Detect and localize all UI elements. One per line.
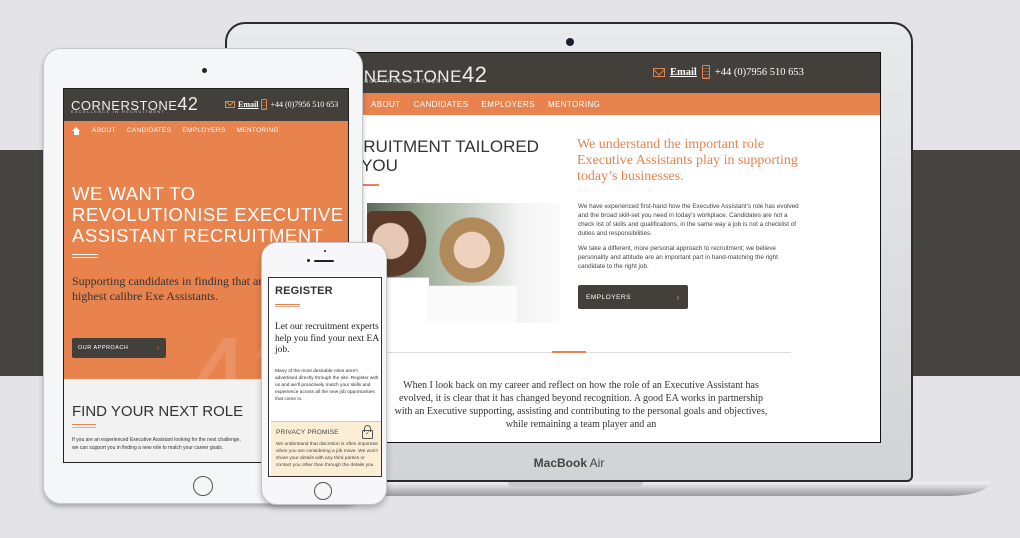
header-contact: Email +44 (0)7956 510 653 (225, 99, 338, 110)
nav-candidates[interactable]: CANDIDATES (414, 100, 469, 109)
intro-paragraph-2: We take a different, more personal appro… (578, 245, 778, 270)
nav-employers[interactable]: EMPLOYERS (482, 100, 535, 109)
register-underline (275, 304, 300, 305)
nav-mentoring[interactable]: MENTORING (237, 127, 279, 134)
employers-button-label: EMPLOYERS (586, 293, 631, 301)
main-nav: ABOUT CANDIDATES EMPLOYERS MENTORING (64, 121, 348, 140)
nav-candidates[interactable]: CANDIDATES (127, 127, 171, 134)
two-women-photo (367, 203, 560, 323)
privacy-text: We understand that discretion is often i… (276, 442, 378, 468)
section-subheading: We understand the important role Executi… (577, 137, 798, 184)
phone-camera (307, 259, 310, 262)
chevron-right-icon: › (676, 292, 680, 302)
find-role-text: If you are an experienced Executive Assi… (72, 437, 241, 451)
employers-button[interactable]: EMPLOYERS › (578, 285, 688, 309)
find-role-heading: FIND YOUR NEXT ROLE (72, 403, 244, 420)
nav-mentoring[interactable]: MENTORING (548, 100, 600, 109)
section-heading: CRUITMENT TAILORED ) YOU (351, 137, 539, 175)
mail-icon (653, 67, 665, 77)
our-approach-label: OUR APPROACH (78, 345, 129, 351)
phone-sensor (324, 250, 326, 252)
phone-device: REGISTER Let our recruitment experts hel… (261, 242, 387, 505)
main-nav: ABOUT CANDIDATES EMPLOYERS MENTORING (351, 93, 880, 115)
phone-icon (701, 65, 710, 79)
logo-tagline: EXCELLENCE IN RECRUITMENT (71, 109, 166, 114)
hero-heading: WE WANT TO REVOLUTIONISE EXECUTIVE ASSIS… (72, 183, 344, 246)
home-icon[interactable] (72, 126, 81, 135)
testimonial-quote: When I look back on my career and reflec… (394, 380, 768, 430)
email-link[interactable]: Email (238, 100, 258, 109)
email-link[interactable]: Email (670, 67, 697, 78)
register-heading: REGISTER (275, 285, 333, 297)
our-approach-button[interactable]: OUR APPROACH › (72, 338, 166, 358)
laptop-camera (566, 38, 574, 46)
phone-number[interactable]: +44 (0)7956 510 653 (715, 67, 804, 78)
heading-underline (363, 184, 379, 186)
laptop-notch (508, 482, 643, 487)
phone-speaker (314, 260, 334, 262)
phone-home-button (314, 482, 332, 500)
tablet-camera (202, 68, 207, 73)
site-header: CORNERSTONE42 EXCELLENCE IN RECRUITMENT … (64, 89, 348, 121)
nav-employers[interactable]: EMPLOYERS (182, 127, 225, 134)
nav-about[interactable]: ABOUT (371, 100, 401, 109)
laptop-screen: RNERSTONE42 LLENCE IN RECRUITMENT Email … (350, 52, 881, 443)
section-divider-accent (552, 351, 586, 353)
privacy-heading: PRIVACY PROMISE (276, 429, 339, 436)
register-lead: Let our recruitment experts help you fin… (275, 322, 379, 355)
phone-icon (261, 99, 268, 110)
phone-screen: REGISTER Let our recruitment experts hel… (268, 277, 382, 477)
hero-rule (72, 257, 98, 258)
photo-person-right (427, 217, 517, 323)
find-role-underline (72, 424, 96, 425)
tablet-home-button (193, 476, 213, 496)
privacy-promise-box: PRIVACY PROMISE ✓ We understand that dis… (271, 421, 381, 476)
hero-rule (72, 254, 98, 255)
logo-tagline: LLENCE IN RECRUITMENT (351, 79, 447, 85)
intro-paragraph-1: We have experienced first-hand how the E… (578, 203, 799, 237)
site-header: RNERSTONE42 LLENCE IN RECRUITMENT Email … (351, 53, 880, 93)
chevron-right-icon: › (157, 344, 160, 352)
logo-number: 42 (177, 94, 199, 114)
logo-number: 42 (461, 62, 488, 87)
laptop-brand-light: Air (589, 456, 605, 470)
phone-number[interactable]: +44 (0)7956 510 653 (270, 100, 338, 109)
nav-about[interactable]: ABOUT (92, 127, 116, 134)
lock-icon: ✓ (362, 425, 373, 439)
register-text: Many of the most desirable roles aren’t … (275, 369, 379, 402)
mail-icon (225, 101, 235, 108)
laptop-brand-bold: MacBook (533, 456, 587, 470)
header-contact: Email +44 (0)7956 510 653 (653, 65, 804, 79)
